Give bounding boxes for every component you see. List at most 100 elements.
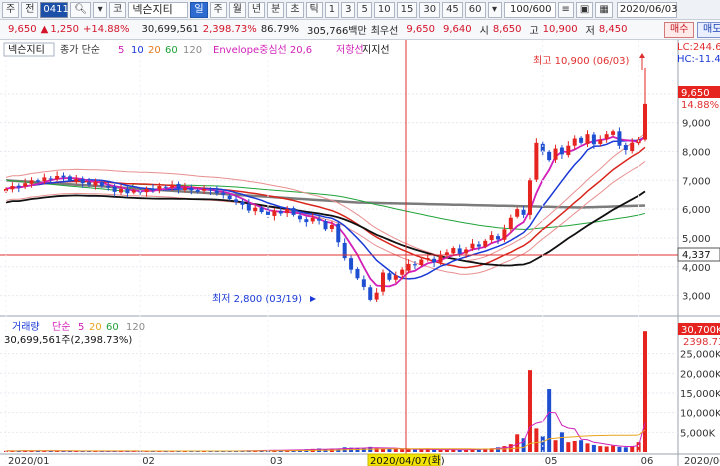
interval-15-button[interactable]: 15 [396,1,418,18]
candle-body [163,186,168,188]
candle-body [617,131,622,146]
market-button[interactable]: 코 [109,1,127,18]
quote-bar: 9,650 ▲ 1,250 +14.88% 30,699,561 2,398.7… [0,20,720,40]
buy-button[interactable]: 매수 [664,22,695,38]
candle-body [508,217,513,229]
x-tick-label: 2020/01 [8,456,50,466]
candle-body [355,268,360,279]
period-second-button[interactable]: 초 [286,1,304,18]
menu-button[interactable]: 주 [2,1,20,18]
candle-body [253,207,258,212]
dropdown-icon[interactable]: ▾ [487,1,502,18]
volume-legend: 거래량 단순 5 20 60 120 30,699,561주(2,398.73%… [4,321,145,346]
best-bid: 9,640 [442,24,472,35]
date-input[interactable]: 2020/06/03 [616,1,677,18]
candle-body [329,224,334,229]
candle-body [144,188,149,193]
candle-body [611,131,616,135]
candle-body [189,187,194,191]
search-icon[interactable]: 🔍︎ [70,1,92,18]
interval-10-button[interactable]: 10 [373,1,395,18]
candle-body [425,258,430,260]
trade-amount: 305,766백만 [306,26,367,37]
volume-tick-label: 5,000K [680,428,716,439]
candle-body [579,137,584,143]
mode-button[interactable]: 전 [21,1,39,18]
volume-axis: 25,000K 20,000K 15,000K 10,000K 5,000K [680,350,720,440]
candle-body [534,142,539,180]
period-tick-button[interactable]: 틱 [305,1,323,18]
candle-body [55,175,60,180]
candle-body [125,188,130,194]
candle-body [451,248,456,254]
save-icon[interactable]: ▣ [575,1,594,18]
candle-body [476,244,481,247]
stock-chart[interactable]: 10,0009,0008,0007,0006,0005,0004,0003,00… [0,40,720,466]
candle-body [515,209,520,217]
candle-body [272,210,277,216]
pct-tag: 14.88% [681,100,719,111]
cross-price-tag: 4,337 [682,250,711,261]
lc-label: LC:244.6 [677,42,720,53]
up-arrow-icon: ▲ [40,24,49,35]
interval-3-button[interactable]: 3 [341,1,356,18]
legend-ma120: 120 [183,45,202,56]
volume-bar [591,444,596,452]
interval-5-button[interactable]: 5 [357,1,372,18]
candle-body [317,218,322,221]
period-year-button[interactable]: 년 [247,1,266,18]
history-icon[interactable]: ▾ [93,1,108,18]
period-week-button[interactable]: 주 [209,1,227,18]
ratio: 86.79% [260,24,299,35]
calendar-icon[interactable]: ▦ [595,1,613,18]
volume-bar [393,448,398,452]
period-month-button[interactable]: 월 [228,1,246,18]
price-change: 1,250 [50,24,79,35]
range-input[interactable]: 100/600 [503,1,556,18]
candle-body [195,190,200,192]
candle-body [342,242,347,259]
candle-body [157,186,162,190]
price-tick-label: 8,000 [682,147,711,158]
candle-body [393,275,398,280]
volume-grid [0,353,678,433]
candle-body [87,182,92,185]
vol-legend-ma120: 120 [126,322,145,333]
candle-body [16,185,21,188]
candle-body [419,259,424,265]
period-day-button[interactable]: 일 [190,1,208,18]
volume-bar [438,449,443,452]
volume-tick-label: 20,000K [680,369,720,380]
best-ask-label: 최우선 [370,26,399,37]
vol-legend-ma: 단순 [52,321,70,333]
candle-body [150,188,155,191]
candle-body [336,223,341,243]
hc-label: HC:-11.4 [677,54,720,65]
vol-legend-ma60: 60 [106,322,119,333]
stock-code-input[interactable]: 041140 [40,1,82,18]
sell-button[interactable]: 매도 [697,22,720,38]
legend-resistance: 저항선 [336,44,364,56]
price-tag: 9,650 [681,88,710,99]
cross-date-tag: 2020/04/07(화) [370,455,445,466]
candle-body [182,187,187,190]
period-minute-button[interactable]: 분 [267,1,285,18]
candle-body [67,176,72,181]
interval-1-button[interactable]: 1 [324,1,340,18]
candle-body [464,249,469,254]
volume-bar [559,432,564,452]
interval-30-button[interactable]: 30 [419,1,441,18]
x-tick-label-end: 2020/06/03 [684,456,720,466]
list-icon[interactable]: ≡ [557,1,574,18]
candle-body [572,138,577,146]
candle-body [496,236,501,240]
candle-body [349,258,354,270]
interval-45-button[interactable]: 45 [442,1,463,18]
candle-body [99,182,104,187]
interval-60-button[interactable]: 60 [464,1,486,18]
candle-body [227,195,232,200]
volume-bar [598,446,603,452]
candle-body [374,292,379,300]
high-price: 10,900 [542,24,578,35]
vol-tag: 30,700K [681,325,720,336]
